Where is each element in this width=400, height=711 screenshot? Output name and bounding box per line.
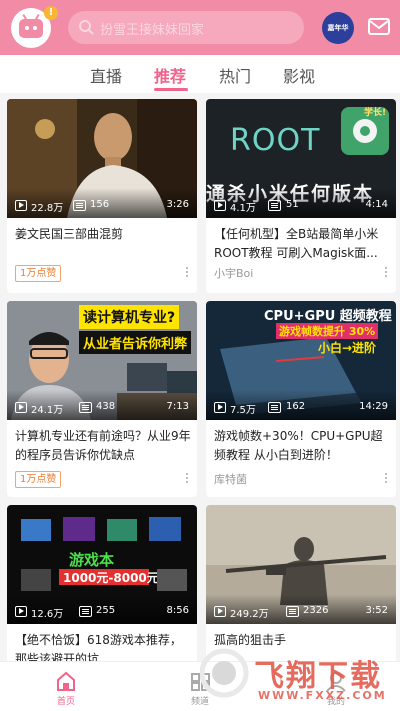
video-duration: 8:56 [166, 605, 189, 616]
more-options-icon[interactable] [185, 266, 189, 280]
thumb-text-main: CPU+GPU 超频教程 [264, 309, 392, 324]
video-stats: 4.1万 51 4:14 [206, 198, 396, 214]
tab-movies[interactable]: 影视 [283, 63, 315, 87]
notification-badge: ! [44, 6, 58, 20]
video-thumbnail: 游戏本 1000元-8000元 12.6万 255 8:56 [7, 505, 197, 624]
video-card[interactable]: 游戏本 1000元-8000元 12.6万 255 8:56 【绝不恰饭】618… [7, 505, 197, 665]
video-card[interactable]: 读计算机专业? 从业者告诉你利弊 24.1万 438 7:13 计算机专业还有前… [7, 301, 197, 497]
video-stats: 249.2万 2326 3:52 [206, 604, 396, 620]
thumb-text-sub: 游戏帧数提升 30% [276, 323, 379, 339]
thumb-text-main: 读计算机专业? [79, 305, 180, 329]
svg-text:学长!: 学长! [364, 106, 386, 118]
video-stats: 24.1万 438 7:13 [7, 400, 197, 416]
mail-icon[interactable] [368, 17, 390, 37]
video-thumbnail: 22.8万 156 3:26 [7, 99, 197, 218]
video-card[interactable]: 249.2万 2326 3:52 孤高的狙击手 [206, 505, 396, 665]
search-placeholder: 扮雪王接妹妹回家 [100, 23, 205, 38]
play-count-icon [15, 606, 27, 617]
game-center-icon[interactable]: 嘉年华 [322, 12, 354, 44]
video-stats: 7.5万 162 14:29 [206, 400, 396, 416]
play-count-icon [214, 402, 226, 413]
video-duration: 3:26 [166, 199, 189, 210]
danmaku-icon [73, 200, 86, 211]
tab-hot[interactable]: 热门 [219, 63, 251, 87]
more-options-icon[interactable] [185, 472, 189, 486]
video-stats: 12.6万 255 8:56 [7, 604, 197, 620]
like-tag: 1万点赞 [15, 471, 62, 488]
video-thumbnail: 学长! ROOT 通杀小米任何版本 4.1万 51 4:14 [206, 99, 396, 218]
uploader-name[interactable]: 库特菌 [214, 471, 247, 487]
thumb-text-main: ROOT [230, 123, 321, 158]
video-thumbnail: 249.2万 2326 3:52 [206, 505, 396, 624]
play-count-icon [15, 200, 27, 211]
video-card[interactable]: 22.8万 156 3:26 姜文民国三部曲混剪 1万点赞 [7, 99, 197, 293]
active-tab-indicator [154, 88, 188, 91]
svg-text:游戏本: 游戏本 [69, 551, 114, 569]
like-tag: 1万点赞 [15, 265, 62, 282]
video-thumbnail: 读计算机专业? 从业者告诉你利弊 24.1万 438 7:13 [7, 301, 197, 420]
video-title[interactable]: 【任何机型】全B站最简单小米ROOT教程 可刷入Magisk面... [214, 225, 390, 263]
video-card[interactable]: 学长! ROOT 通杀小米任何版本 4.1万 51 4:14 【任何机型】全B站… [206, 99, 396, 293]
video-title[interactable]: 姜文民国三部曲混剪 [15, 225, 191, 244]
video-duration: 7:13 [166, 401, 189, 412]
tab-live[interactable]: 直播 [90, 63, 122, 87]
video-thumbnail: CPU+GPU 超频教程 游戏帧数提升 30% 小白→进阶 7.5万 162 1… [206, 301, 396, 420]
video-card[interactable]: CPU+GPU 超频教程 游戏帧数提升 30% 小白→进阶 7.5万 162 1… [206, 301, 396, 497]
top-bar: ! 扮雪王接妹妹回家 嘉年华 [0, 0, 400, 55]
more-options-icon[interactable] [384, 472, 388, 486]
video-duration: 14:29 [359, 401, 388, 412]
danmaku-icon [268, 402, 281, 413]
search-bar[interactable]: 扮雪王接妹妹回家 [68, 11, 304, 44]
video-title[interactable]: 计算机专业还有前途吗？从业9年的程序员告诉你优缺点 [15, 427, 191, 465]
danmaku-icon [286, 606, 299, 617]
bilibili-tv-icon [19, 19, 43, 38]
play-count-icon [214, 606, 226, 617]
video-duration: 3:52 [365, 605, 388, 616]
nav-home[interactable]: 首页 [46, 670, 86, 707]
play-count-icon [214, 200, 226, 211]
play-count-icon [15, 402, 27, 413]
search-icon [79, 20, 94, 35]
uploader-name[interactable]: 小宇Boi [214, 265, 253, 281]
danmaku-icon [268, 200, 281, 211]
site-watermark: 飞翔下载 WWW.FXXZ.COM [199, 643, 400, 711]
home-icon [57, 671, 75, 691]
watermark-url: WWW.FXXZ.COM [258, 689, 387, 702]
video-duration: 4:14 [365, 199, 388, 210]
video-title[interactable]: 【绝不恰饭】618游戏本推荐，那些该避开的坑... [15, 631, 191, 665]
danmaku-icon [79, 402, 92, 413]
danmaku-icon [79, 606, 92, 617]
tab-recommend[interactable]: 推荐 [154, 63, 186, 87]
video-title[interactable]: 游戏帧数+30%！CPU+GPU超频教程 从小白到进阶！ [214, 427, 390, 465]
channel-tabs: 直播 推荐 热门 影视 [0, 55, 400, 93]
more-options-icon[interactable] [384, 266, 388, 280]
svg-text:1000元-8000元: 1000元-8000元 [63, 571, 159, 585]
thumb-text-sub2: 小白→进阶 [318, 341, 377, 355]
thumb-text-sub: 从业者告诉你利弊 [79, 331, 192, 354]
video-stats: 22.8万 156 3:26 [7, 198, 197, 214]
